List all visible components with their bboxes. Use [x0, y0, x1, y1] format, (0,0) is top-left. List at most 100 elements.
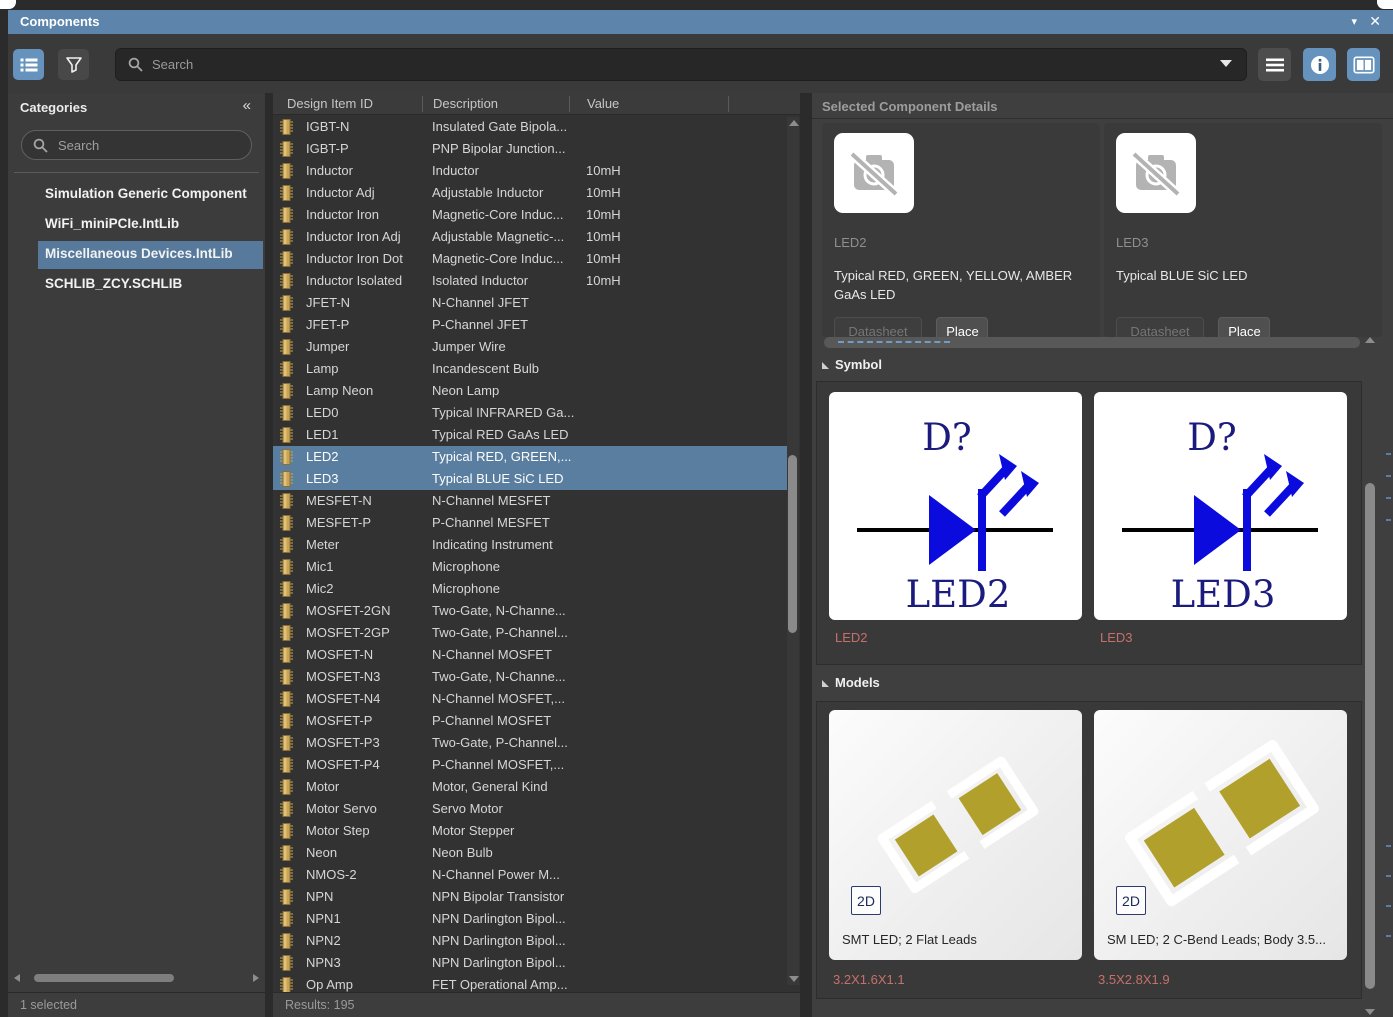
menu-button[interactable]: [1258, 48, 1291, 81]
details-vertical-scrollbar[interactable]: [1364, 337, 1376, 1017]
table-vertical-scrollbar[interactable]: [787, 117, 799, 985]
category-item[interactable]: Simulation Generic Component: [8, 180, 265, 210]
table-row[interactable]: NPN3 NPN Darlington Bipol...: [273, 952, 788, 974]
list-view-button[interactable]: [13, 49, 44, 80]
table-row[interactable]: Lamp Neon Neon Lamp: [273, 380, 788, 402]
category-item[interactable]: SCHLIB_ZCY.SCHLIB: [8, 270, 265, 300]
table-row[interactable]: LED1 Typical RED GaAs LED: [273, 424, 788, 446]
scroll-up-icon[interactable]: [1365, 337, 1375, 343]
cell-design-item-id: IGBT-N: [306, 119, 349, 134]
table-row[interactable]: Mic1 Microphone: [273, 556, 788, 578]
column-design-item-id[interactable]: Design Item ID: [287, 96, 373, 111]
table-row[interactable]: MESFET-P P-Channel MESFET: [273, 512, 788, 534]
camera-off-icon: [1130, 150, 1182, 196]
component-chip-icon: [280, 119, 293, 140]
table-row[interactable]: MOSFET-N N-Channel MOSFET: [273, 644, 788, 666]
search-dropdown-caret-icon[interactable]: [1220, 60, 1232, 67]
symbol-preview[interactable]: D? LED2: [829, 392, 1082, 620]
component-chip-icon: [280, 207, 293, 228]
component-description: Typical BLUE SiC LED: [1116, 266, 1374, 285]
table-row[interactable]: Lamp Incandescent Bulb: [273, 358, 788, 380]
divider: [812, 118, 1393, 119]
table-row[interactable]: Inductor Iron Adj Adjustable Magnetic-..…: [273, 226, 788, 248]
panel-close-icon[interactable]: ✕: [1369, 13, 1381, 30]
categories-search-input[interactable]: Search: [21, 130, 252, 160]
table-row[interactable]: Op Amp FET Operational Amp...: [273, 974, 788, 992]
search-input[interactable]: Search: [115, 48, 1247, 81]
category-item[interactable]: WiFi_miniPCIe.IntLib: [8, 210, 265, 240]
table-row[interactable]: Motor Servo Servo Motor: [273, 798, 788, 820]
collapse-panel-icon[interactable]: «: [243, 97, 251, 114]
info-button[interactable]: [1303, 48, 1336, 81]
category-item[interactable]: Miscellaneous Devices.IntLib: [8, 240, 265, 270]
info-icon: [1310, 55, 1329, 74]
symbol-section-header[interactable]: Symbol: [822, 357, 882, 372]
cell-design-item-id: MOSFET-P: [306, 713, 372, 728]
table-row[interactable]: MESFET-N N-Channel MESFET: [273, 490, 788, 512]
component-chip-icon: [280, 603, 293, 624]
component-chip-icon: [280, 845, 293, 866]
symbol-preview[interactable]: D? LED3: [1094, 392, 1347, 620]
cell-design-item-id: Neon: [306, 845, 337, 860]
scroll-left-icon[interactable]: [14, 974, 20, 982]
table-row[interactable]: Meter Indicating Instrument: [273, 534, 788, 556]
table-row[interactable]: LED0 Typical INFRARED Ga...: [273, 402, 788, 424]
cell-description: Isolated Inductor: [432, 273, 528, 288]
scroll-right-icon[interactable]: [253, 974, 259, 982]
2d-badge[interactable]: 2D: [851, 886, 881, 915]
panel-menu-caret-icon[interactable]: ▾: [1351, 15, 1357, 28]
scrollbar-thumb[interactable]: [1365, 483, 1375, 989]
footprint-preview[interactable]: 2D SMT LED; 2 Flat Leads: [829, 710, 1082, 960]
table-row[interactable]: NPN2 NPN Darlington Bipol...: [273, 930, 788, 952]
table-row[interactable]: MOSFET-N3 Two-Gate, N-Channe...: [273, 666, 788, 688]
table-row[interactable]: Inductor Inductor 10mH: [273, 160, 788, 182]
cell-description: Two-Gate, P-Channel...: [432, 735, 568, 750]
table-row[interactable]: NMOS-2 N-Channel Power M...: [273, 864, 788, 886]
table-row[interactable]: NPN1 NPN Darlington Bipol...: [273, 908, 788, 930]
scrollbar-thumb[interactable]: [34, 974, 174, 982]
table-row[interactable]: Inductor Adj Adjustable Inductor 10mH: [273, 182, 788, 204]
component-chip-icon: [280, 559, 293, 580]
table-row[interactable]: Jumper Jumper Wire: [273, 336, 788, 358]
footprint-caption: SMT LED; 2 Flat Leads: [842, 932, 1072, 947]
table-row[interactable]: JFET-N N-Channel JFET: [273, 292, 788, 314]
table-row[interactable]: MOSFET-P P-Channel MOSFET: [273, 710, 788, 732]
details-horizontal-scrollbar[interactable]: [824, 337, 1360, 348]
table-row[interactable]: IGBT-N Insulated Gate Bipola...: [273, 116, 788, 138]
table-row[interactable]: Mic2 Microphone: [273, 578, 788, 600]
models-section-header[interactable]: Models: [822, 675, 880, 690]
scrollbar-thumb[interactable]: [788, 455, 797, 633]
table-row[interactable]: MOSFET-2GP Two-Gate, P-Channel...: [273, 622, 788, 644]
column-description[interactable]: Description: [433, 96, 498, 111]
cell-design-item-id: Lamp: [306, 361, 339, 376]
footprint-preview[interactable]: 2D SM LED; 2 C-Bend Leads; Body 3.5...: [1094, 710, 1347, 960]
table-row[interactable]: MOSFET-P3 Two-Gate, P-Channel...: [273, 732, 788, 754]
table-row[interactable]: Neon Neon Bulb: [273, 842, 788, 864]
scroll-down-icon[interactable]: [1365, 1009, 1375, 1015]
table-row[interactable]: Motor Motor, General Kind: [273, 776, 788, 798]
table-row[interactable]: MOSFET-P4 P-Channel MOSFET,...: [273, 754, 788, 776]
table-row[interactable]: LED3 Typical BLUE SiC LED: [273, 468, 788, 490]
table-row[interactable]: MOSFET-2GN Two-Gate, N-Channe...: [273, 600, 788, 622]
component-chip-icon: [280, 273, 293, 294]
table-row[interactable]: MOSFET-N4 N-Channel MOSFET,...: [273, 688, 788, 710]
table-row[interactable]: IGBT-P PNP Bipolar Junction...: [273, 138, 788, 160]
table-row[interactable]: JFET-P P-Channel JFET: [273, 314, 788, 336]
categories-horizontal-scrollbar[interactable]: [12, 972, 261, 984]
table-row[interactable]: LED2 Typical RED, GREEN,...: [273, 446, 788, 468]
table-row[interactable]: NPN NPN Bipolar Transistor: [273, 886, 788, 908]
component-chip-icon: [280, 185, 293, 206]
panels-button[interactable]: [1347, 48, 1380, 81]
2d-badge[interactable]: 2D: [1116, 886, 1146, 915]
filter-button[interactable]: [58, 49, 89, 80]
symbol-caption: LED2: [835, 630, 868, 645]
scroll-down-icon[interactable]: [789, 976, 799, 982]
search-icon: [33, 138, 48, 153]
table-row[interactable]: Motor Step Motor Stepper: [273, 820, 788, 842]
table-row[interactable]: Inductor Isolated Isolated Inductor 10mH: [273, 270, 788, 292]
table-row[interactable]: Inductor Iron Magnetic-Core Induc... 10m…: [273, 204, 788, 226]
scroll-up-icon[interactable]: [789, 120, 799, 126]
column-value[interactable]: Value: [587, 96, 619, 111]
panel-titlebar: Components ▾ ✕: [8, 10, 1393, 34]
table-row[interactable]: Inductor Iron Dot Magnetic-Core Induc...…: [273, 248, 788, 270]
